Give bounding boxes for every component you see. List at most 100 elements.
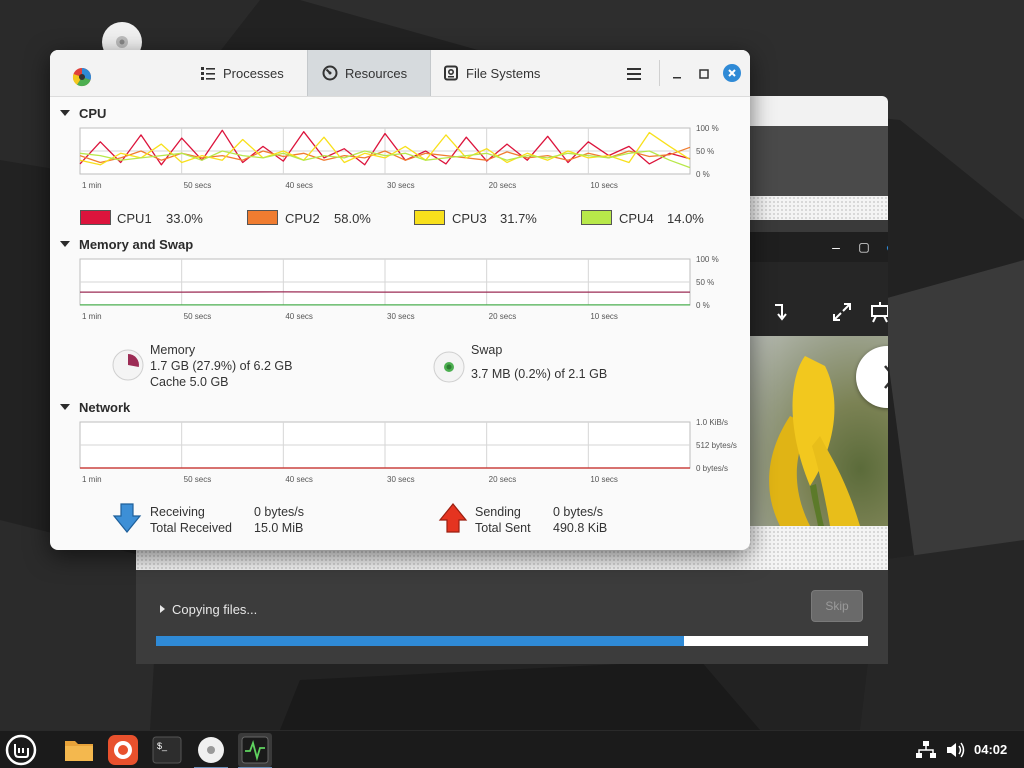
- network-title: Network: [79, 400, 131, 415]
- cpu4-swatch[interactable]: [581, 210, 612, 225]
- network-icon[interactable]: [915, 740, 937, 760]
- network-y-tick-label: 1.0 KiB/s: [696, 418, 728, 427]
- collapse-arrow-icon: [60, 404, 70, 410]
- files-icon[interactable]: [62, 733, 96, 767]
- close-icon[interactable]: [723, 64, 741, 82]
- receiving-label: Receiving: [150, 505, 205, 519]
- close-icon[interactable]: ●: [880, 237, 888, 257]
- cpu2-value: 58.0%: [334, 211, 371, 226]
- maximize-icon[interactable]: [693, 63, 715, 85]
- network-x-tick-label: 50 secs: [184, 475, 212, 484]
- tab-resources[interactable]: Resources: [307, 50, 431, 96]
- rotate-icon[interactable]: [768, 300, 792, 324]
- cpu2-swatch[interactable]: [247, 210, 278, 225]
- cpu-x-tick-label: 10 secs: [590, 181, 618, 190]
- tab-processes[interactable]: Processes: [186, 50, 307, 96]
- copy-status-text: Copying files...: [172, 602, 258, 617]
- memory-x-tick-label: 30 secs: [387, 312, 415, 321]
- memory-y-tick-label: 50 %: [696, 278, 714, 287]
- taskbar: $_ 04:02: [0, 730, 1024, 768]
- network-y-tick-label: 0 bytes/s: [696, 464, 728, 473]
- gauge-icon: [322, 65, 338, 81]
- memory-x-tick-label: 20 secs: [489, 312, 517, 321]
- firefox-icon[interactable]: [106, 733, 140, 767]
- svg-text:$_: $_: [157, 741, 168, 751]
- volume-icon[interactable]: [945, 740, 967, 760]
- memory-section-header[interactable]: Memory and Swap: [60, 237, 193, 252]
- cpu4-label: CPU4: [619, 211, 654, 226]
- sending-values: 0 bytes/s 490.8 KiB: [553, 504, 607, 536]
- cpu3-label: CPU3: [452, 211, 487, 226]
- download-arrow-icon: [112, 503, 142, 533]
- cpu4-value: 14.0%: [667, 211, 704, 226]
- cpu2-label: CPU2: [285, 211, 320, 226]
- copy-status[interactable]: Copying files...: [160, 602, 257, 617]
- cpu3-swatch[interactable]: [414, 210, 445, 225]
- sending-value: 0 bytes/s: [553, 505, 604, 519]
- minimize-icon[interactable]: –: [826, 237, 846, 257]
- tab-file-systems[interactable]: File Systems: [431, 50, 611, 96]
- cpu-title: CPU: [79, 106, 107, 121]
- collapse-arrow-icon: [60, 110, 70, 116]
- system-monitor-logo-icon: [72, 67, 92, 87]
- swap-pie-icon: [433, 351, 465, 383]
- network-x-tick-label: 40 secs: [285, 475, 313, 484]
- tab-label: Resources: [345, 65, 408, 81]
- total-sent-label: Total Sent: [475, 521, 531, 535]
- cpu-x-tick-label: 50 secs: [184, 181, 212, 190]
- system-monitor-icon: [241, 736, 269, 764]
- install-progress-bar: [156, 636, 868, 646]
- network-x-tick-label: 20 secs: [489, 475, 517, 484]
- network-y-tick-label: 512 bytes/s: [696, 441, 737, 450]
- cpu1-label: CPU1: [117, 211, 152, 226]
- sending-info: Sending Total Sent: [475, 504, 531, 536]
- receiving-info: Receiving Total Received: [150, 504, 232, 536]
- memory-x-tick-label: 40 secs: [285, 312, 313, 321]
- fullscreen-icon[interactable]: [830, 300, 854, 324]
- tab-label: File Systems: [466, 65, 541, 81]
- copy-status-area: Copying files... Skip: [136, 570, 888, 664]
- memory-x-tick-label: 50 secs: [184, 312, 212, 321]
- cpu-y-tick-label: 50 %: [696, 147, 714, 156]
- cache-value: Cache 5.0 GB: [150, 375, 229, 389]
- network-x-tick-label: 30 secs: [387, 475, 415, 484]
- cpu-y-tick-label: 100 %: [696, 124, 719, 133]
- header-separator: [659, 60, 660, 86]
- network-chart: 1 min 50 secs 40 secs 30 secs 20 secs 10 secs…: [79, 418, 737, 484]
- memory-title: Memory and Swap: [79, 237, 194, 252]
- total-received-value: 15.0 MiB: [254, 521, 304, 535]
- cpu-section-header[interactable]: CPU: [60, 106, 106, 121]
- clock[interactable]: 04:02: [974, 742, 1007, 757]
- memory-x-tick-label: 1 min: [82, 312, 102, 321]
- cpu1-swatch[interactable]: [80, 210, 111, 225]
- mint-menu-icon[interactable]: [4, 733, 38, 767]
- cpu1-value: 33.0%: [166, 211, 203, 226]
- cpu-x-tick-label: 1 min: [82, 181, 102, 190]
- cpu-y-tick-label: 0 %: [696, 170, 710, 179]
- upload-arrow-icon: [438, 503, 468, 533]
- network-x-tick-label: 10 secs: [590, 475, 618, 484]
- disc-icon[interactable]: [194, 733, 228, 767]
- slideshow-icon[interactable]: [868, 300, 888, 324]
- receiving-values: 0 bytes/s 15.0 MiB: [254, 504, 304, 536]
- memory-info: Memory 1.7 GB (27.9%) of 6.2 GB Cache 5.…: [150, 342, 292, 390]
- cpu-x-tick-label: 40 secs: [285, 181, 313, 190]
- maximize-icon[interactable]: ▢: [854, 237, 874, 257]
- memory-value: 1.7 GB (27.9%) of 6.2 GB: [150, 359, 293, 373]
- cpu-x-tick-label: 30 secs: [387, 181, 415, 190]
- network-x-tick-label: 1 min: [82, 475, 102, 484]
- network-section-header[interactable]: Network: [60, 400, 130, 415]
- system-monitor-taskbar-item[interactable]: [238, 733, 272, 767]
- menu-icon[interactable]: [623, 63, 645, 85]
- install-progress-fill: [156, 636, 685, 646]
- minimize-icon[interactable]: [666, 63, 688, 85]
- receiving-value: 0 bytes/s: [254, 505, 305, 519]
- memory-x-tick-label: 10 secs: [590, 312, 618, 321]
- terminal-icon[interactable]: $_: [150, 733, 184, 767]
- collapse-arrow-icon: [60, 241, 70, 247]
- sending-label: Sending: [475, 505, 521, 519]
- memory-y-tick-label: 0 %: [696, 301, 710, 310]
- expand-arrow-icon: [160, 605, 165, 613]
- skip-button[interactable]: Skip: [811, 590, 863, 622]
- header-bar: Processes Resources File Systems: [50, 50, 750, 97]
